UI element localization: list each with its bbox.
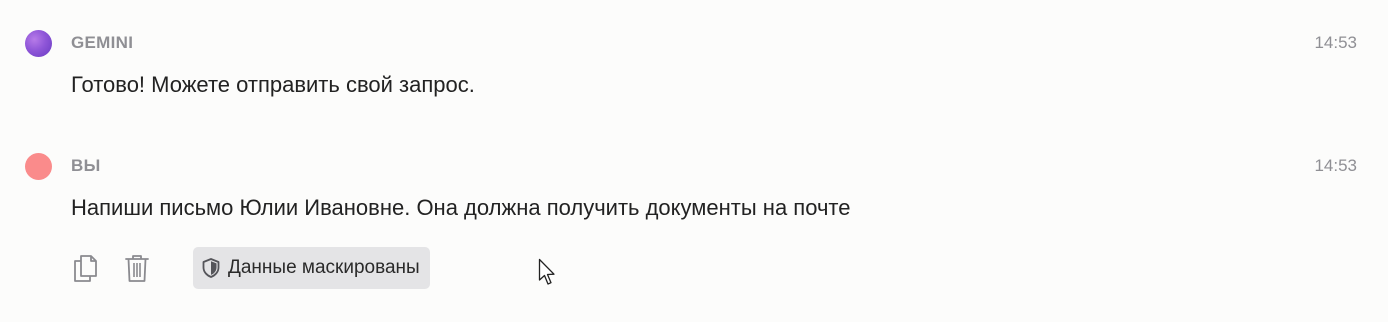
message-time: 14:53 bbox=[1314, 33, 1357, 52]
masked-data-label: Данные маскированы bbox=[228, 257, 420, 278]
delete-button[interactable] bbox=[123, 252, 151, 284]
sender-name: ВЫ bbox=[71, 156, 101, 175]
gemini-avatar bbox=[25, 30, 52, 57]
message-text: Готово! Можете отправить свой запрос. bbox=[71, 72, 475, 97]
message-actions: Данные маскированы bbox=[71, 247, 430, 289]
message-text: Напиши письмо Юлии Ивановне. Она должна … bbox=[71, 195, 851, 220]
masked-data-badge[interactable]: Данные маскированы bbox=[193, 247, 430, 289]
chat-thread: GEMINI 14:53 Готово! Можете отправить св… bbox=[0, 0, 1388, 322]
copy-button[interactable] bbox=[71, 252, 99, 284]
sender-name: GEMINI bbox=[71, 33, 134, 52]
mouse-cursor-icon bbox=[538, 258, 555, 285]
shield-icon bbox=[202, 258, 220, 278]
copy-icon bbox=[74, 255, 97, 282]
user-avatar bbox=[25, 153, 52, 180]
message-time: 14:53 bbox=[1314, 156, 1357, 175]
trash-icon bbox=[125, 255, 149, 282]
